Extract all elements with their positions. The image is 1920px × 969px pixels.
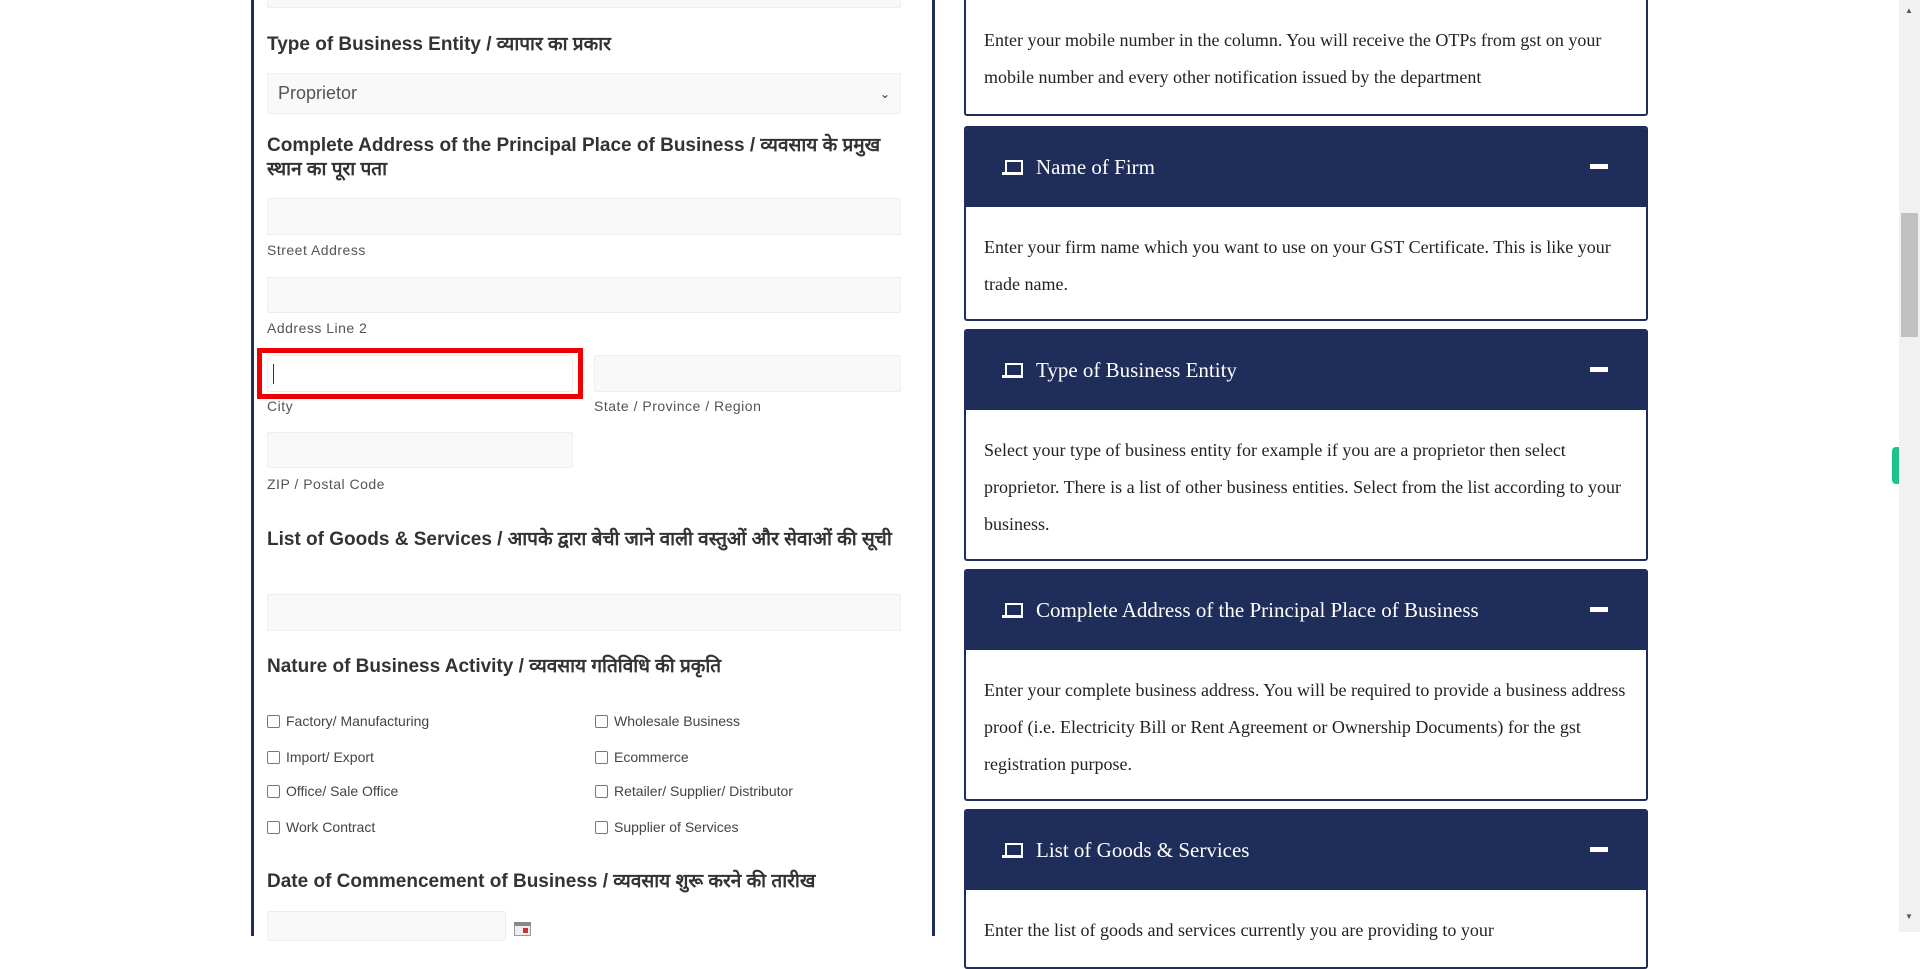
help-card-header[interactable]: Type of Business Entity [966,331,1646,410]
help-card-text: Enter the list of goods and services cur… [984,920,1494,940]
checkbox-supplier-services[interactable]: Supplier of Services [595,819,739,835]
street-address-label: Street Address [267,242,366,258]
checkbox-label: Office/ Sale Office [286,783,399,799]
scrollbar-thumb[interactable] [1901,213,1918,337]
state-input[interactable] [594,355,901,392]
checkbox-icon[interactable] [267,750,280,764]
collapse-icon[interactable] [1590,847,1608,852]
checkbox-label: Import/ Export [286,749,374,765]
checkbox-icon[interactable] [595,820,608,834]
checkbox-label: Work Contract [286,819,376,835]
checkbox-import-export[interactable]: Import/ Export [267,749,374,765]
zip-input[interactable] [267,432,573,468]
checkbox-ecommerce[interactable]: Ecommerce [595,749,689,765]
goods-input[interactable] [267,594,901,631]
help-card-text: Select your type of business entity for … [984,440,1622,534]
checkbox-icon[interactable] [595,784,608,798]
date-input[interactable] [267,911,506,941]
help-card-title: Name of Firm [1036,155,1155,179]
scroll-up-icon[interactable]: ▲ [1905,6,1913,15]
help-card-address: Complete Address of the Principal Place … [964,569,1648,801]
checkbox-icon[interactable] [595,750,608,764]
city-input[interactable] [267,355,573,392]
business-entity-select[interactable]: Proprietor ⌄ [267,73,901,114]
checkbox-office[interactable]: Office/ Sale Office [267,783,398,799]
help-card-mobile: Enter your mobile number in the column. … [964,0,1648,116]
checkbox-factory[interactable]: Factory/ Manufacturing [267,713,429,729]
scrollbar[interactable]: ▲ ▼ [1899,0,1920,932]
text-cursor [273,364,274,384]
street-address-input[interactable] [267,198,901,235]
business-entity-value: Proprietor [278,83,358,103]
date-heading: Date of Commencement of Business / व्यवस… [267,871,816,892]
help-card-goods: List of Goods & Services Enter the list … [964,809,1648,969]
checkbox-label: Factory/ Manufacturing [286,713,430,729]
checkbox-label: Ecommerce [614,749,689,765]
goods-heading: List of Goods & Services / आपके द्वारा ब… [267,529,892,550]
help-card-title: List of Goods & Services [1036,838,1250,862]
checkbox-wholesale[interactable]: Wholesale Business [595,713,740,729]
help-card-entity: Type of Business Entity Select your type… [964,329,1648,561]
checkbox-label: Retailer/ Supplier/ Distributor [614,783,793,799]
laptop-icon [1002,842,1023,859]
help-card-header[interactable]: Complete Address of the Principal Place … [966,571,1646,650]
calendar-icon[interactable] [514,922,531,936]
zip-label: ZIP / Postal Code [267,476,385,492]
scroll-down-icon[interactable]: ▼ [1905,912,1913,921]
help-card-title: Complete Address of the Principal Place … [1036,598,1479,622]
help-card-text: Enter your mobile number in the column. … [984,30,1602,87]
checkbox-icon[interactable] [267,714,280,728]
checkbox-retailer[interactable]: Retailer/ Supplier/ Distributor [595,783,793,799]
checkbox-icon[interactable] [267,820,280,834]
checkbox-icon[interactable] [595,714,608,728]
address-heading: Complete Address of the Principal Place … [267,135,881,180]
city-label: City [267,398,294,414]
state-label: State / Province / Region [594,398,762,414]
help-card-header[interactable]: Name of Firm [966,128,1646,207]
help-card-text: Enter your firm name which you want to u… [984,237,1611,294]
checkbox-label: Wholesale Business [614,713,741,729]
checkbox-work-contract[interactable]: Work Contract [267,819,375,835]
laptop-icon [1002,159,1023,176]
previous-input[interactable] [267,0,901,8]
address-line2-label: Address Line 2 [267,320,368,336]
business-entity-heading: Type of Business Entity / व्यापार का प्र… [267,34,611,55]
checkbox-icon[interactable] [267,784,280,798]
help-card-firm: Name of Firm Enter your firm name which … [964,126,1648,321]
side-widget-tab[interactable] [1892,447,1899,484]
chevron-down-icon: ⌄ [879,86,890,101]
help-card-text: Enter your complete business address. Yo… [984,680,1626,774]
laptop-icon [1002,602,1023,619]
nature-heading: Nature of Business Activity / व्यवसाय गत… [267,656,722,677]
collapse-icon[interactable] [1590,164,1608,169]
checkbox-label: Supplier of Services [614,819,739,835]
help-card-header[interactable]: List of Goods & Services [966,811,1646,890]
help-card-title: Type of Business Entity [1036,358,1237,382]
collapse-icon[interactable] [1590,607,1608,612]
collapse-icon[interactable] [1590,367,1608,372]
address-line2-input[interactable] [267,277,901,313]
laptop-icon [1002,362,1023,379]
